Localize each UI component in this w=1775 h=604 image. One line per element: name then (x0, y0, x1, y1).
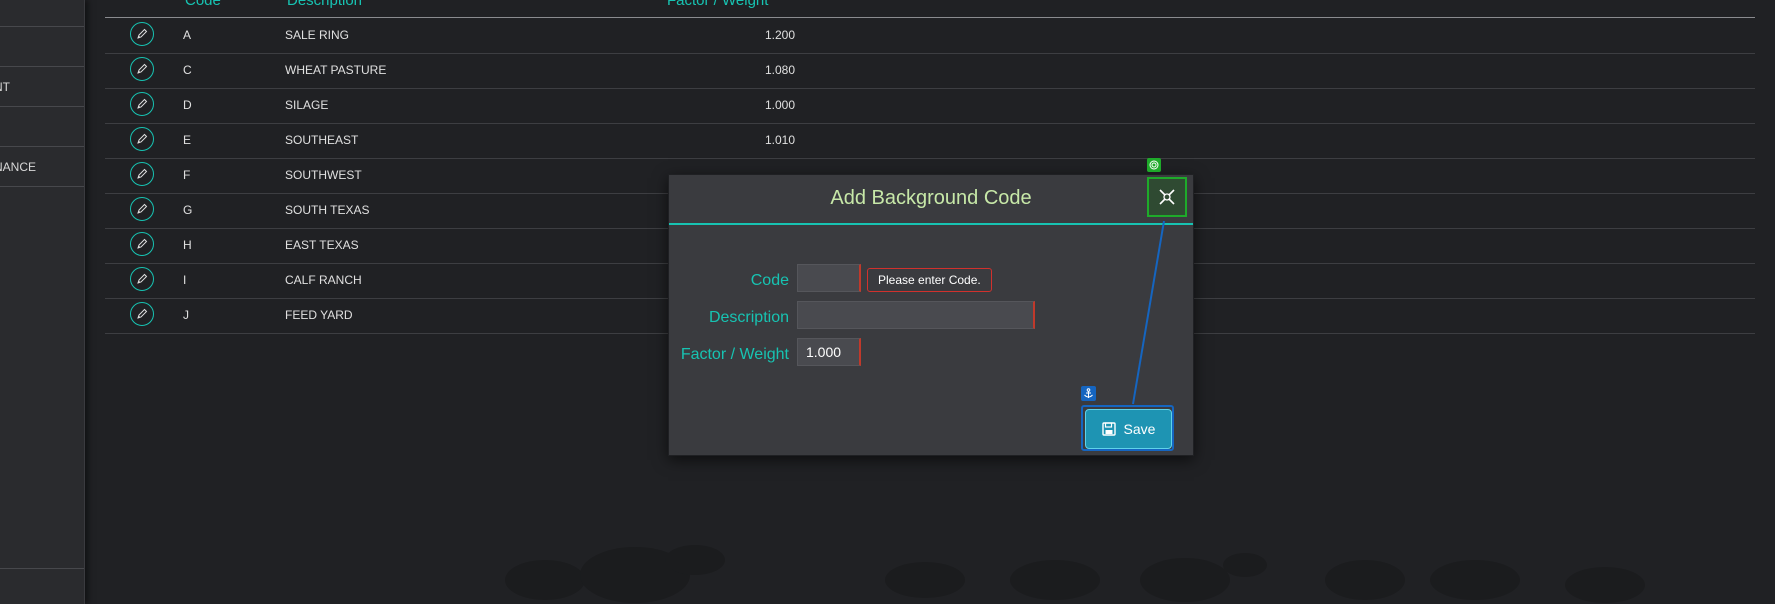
code-error-tooltip: Please enter Code. (867, 268, 992, 292)
cell-description: SILAGE (285, 98, 329, 112)
cell-description: SOUTH TEXAS (285, 203, 370, 217)
dialog-title: Add Background Code (830, 187, 1032, 209)
cell-factor: 1.080 (764, 63, 795, 77)
cell-description: SALE RING (285, 28, 350, 42)
edit-button[interactable] (130, 197, 154, 221)
pencil-icon (137, 133, 148, 144)
code-label: Code (750, 272, 789, 289)
cell-code: I (183, 273, 187, 287)
pencil-icon (137, 168, 148, 179)
factor-weight-input[interactable] (797, 338, 861, 366)
cell-code: E (183, 133, 192, 147)
target-icon (1147, 158, 1161, 172)
floppy-disk-icon (1101, 422, 1116, 436)
column-header-description[interactable]: Description (287, 0, 362, 9)
edit-button[interactable] (130, 22, 154, 46)
edit-button[interactable] (130, 162, 154, 186)
edit-button[interactable] (130, 92, 154, 116)
cattle-silhouette-background (505, 545, 1645, 603)
column-header-code[interactable]: Code (185, 0, 221, 9)
cell-code: C (183, 63, 192, 77)
sidebar-divider (0, 186, 84, 187)
pencil-icon (137, 63, 148, 74)
close-button[interactable] (1147, 177, 1187, 217)
sidebar-divider (0, 66, 84, 67)
cell-description: FEED YARD (285, 308, 353, 322)
table-header: Code Description Factor / Weight (105, 0, 1755, 18)
cell-description: WHEAT PASTURE (285, 63, 387, 77)
edit-button[interactable] (130, 267, 154, 291)
add-background-code-dialog: Add Background Code Code Please enter Co… (668, 158, 1194, 456)
cell-factor: 1.000 (764, 98, 795, 112)
save-button-label: Save (1123, 421, 1156, 437)
edit-button[interactable] (130, 57, 154, 81)
cell-code: H (183, 238, 192, 252)
sidebar-divider (0, 146, 84, 147)
close-icon (1159, 189, 1175, 205)
cell-code: G (183, 203, 193, 217)
column-header-factor[interactable]: Factor / Weight (667, 0, 768, 9)
sidebar-item[interactable]: NT (0, 80, 84, 94)
cell-description: CALF RANCH (285, 273, 362, 287)
sidebar-item-label: NANCE (0, 160, 37, 174)
table-row: D SILAGE 1.000 (105, 88, 1755, 124)
sidebar-divider (0, 26, 84, 27)
anchor-icon (1081, 386, 1096, 401)
sidebar-divider (0, 568, 84, 569)
pencil-icon (137, 28, 148, 39)
sidebar-item[interactable]: NANCE (0, 160, 84, 174)
table-row: A SALE RING 1.200 (105, 18, 1755, 54)
cell-code: F (183, 168, 191, 182)
cell-factor: 1.010 (764, 133, 795, 147)
cell-code: J (183, 308, 189, 322)
pencil-icon (137, 98, 148, 109)
save-button-focus-ring: Save (1081, 405, 1174, 451)
pencil-icon (137, 238, 148, 249)
cell-description: SOUTHEAST (285, 133, 359, 147)
pencil-icon (137, 203, 148, 214)
description-input[interactable] (797, 301, 1035, 329)
cell-code: A (183, 28, 192, 42)
cell-code: D (183, 98, 192, 112)
cell-description: EAST TEXAS (285, 238, 359, 252)
sidebar-item-label: NT (0, 80, 10, 94)
cell-factor: 1.200 (764, 28, 795, 42)
table-row: E SOUTHEAST 1.010 (105, 123, 1755, 159)
code-input[interactable] (797, 264, 861, 292)
pencil-icon (137, 273, 148, 284)
description-label: Description (708, 309, 789, 326)
edit-button[interactable] (130, 232, 154, 256)
pencil-icon (137, 308, 148, 319)
cell-description: SOUTHWEST (285, 168, 362, 182)
sidebar-divider (0, 106, 84, 107)
table-row: C WHEAT PASTURE 1.080 (105, 53, 1755, 89)
edit-button[interactable] (130, 127, 154, 151)
edit-button[interactable] (130, 302, 154, 326)
factor-weight-label: Factor / Weight (680, 346, 789, 363)
sidebar: NT NANCE (0, 0, 85, 604)
save-button[interactable]: Save (1085, 409, 1172, 449)
dialog-header: Add Background Code (669, 158, 1193, 225)
